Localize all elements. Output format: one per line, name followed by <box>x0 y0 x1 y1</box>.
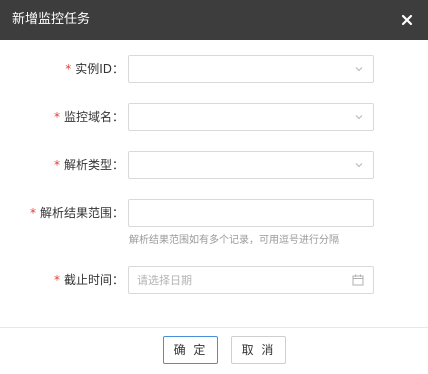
required-mark: * <box>29 206 36 220</box>
resolve-range-row: * 解析结果范围： <box>0 199 428 227</box>
chevron-down-icon <box>355 163 363 168</box>
resolve-range-input[interactable] <box>129 200 373 226</box>
resolve-type-select[interactable] <box>128 151 374 179</box>
add-monitor-task-dialog: 新增监控任务 *实例ID： *监控域名： *解析类型： *解析结果范围： <box>0 0 428 374</box>
domain-row: * 监控域名： <box>0 103 428 131</box>
domain-select[interactable] <box>128 103 374 131</box>
confirm-button[interactable]: 确 定 <box>163 336 218 364</box>
domain-input[interactable] <box>129 104 373 130</box>
domain-label: * 监控域名： <box>53 110 124 124</box>
resolve-range-hint: 解析结果范围如有多个记录，可用逗号进行分隔 <box>129 235 339 246</box>
chevron-down-icon <box>355 115 363 120</box>
footer-divider <box>0 327 428 328</box>
instance-id-input[interactable] <box>129 56 373 82</box>
instance-id-select[interactable] <box>128 55 374 83</box>
resolve-type-row: * 解析类型： <box>0 151 428 179</box>
resolve-type-label: * 解析类型： <box>53 158 124 172</box>
chevron-down-icon <box>355 67 363 72</box>
calendar-icon <box>352 274 364 286</box>
instance-id-row: * 实例ID： <box>0 55 428 83</box>
cancel-button[interactable]: 取 消 <box>231 336 286 364</box>
close-icon <box>401 14 413 26</box>
deadline-row: * 截止时间： <box>0 266 428 294</box>
dialog-title: 新增监控任务 <box>12 12 91 27</box>
resolve-range-label: * 解析结果范围： <box>29 206 124 220</box>
required-mark: * <box>53 110 60 124</box>
instance-id-label: * 实例ID： <box>65 62 124 76</box>
close-button[interactable] <box>396 9 418 31</box>
resolve-range-field[interactable] <box>128 199 374 227</box>
required-mark: * <box>65 62 72 76</box>
resolve-type-input[interactable] <box>129 152 373 178</box>
required-mark: * <box>53 158 60 172</box>
deadline-date-picker[interactable] <box>128 266 374 294</box>
dialog-header: 新增监控任务 <box>0 0 428 40</box>
required-mark: * <box>53 273 60 287</box>
deadline-input[interactable] <box>129 267 373 293</box>
deadline-label: * 截止时间： <box>53 273 124 287</box>
